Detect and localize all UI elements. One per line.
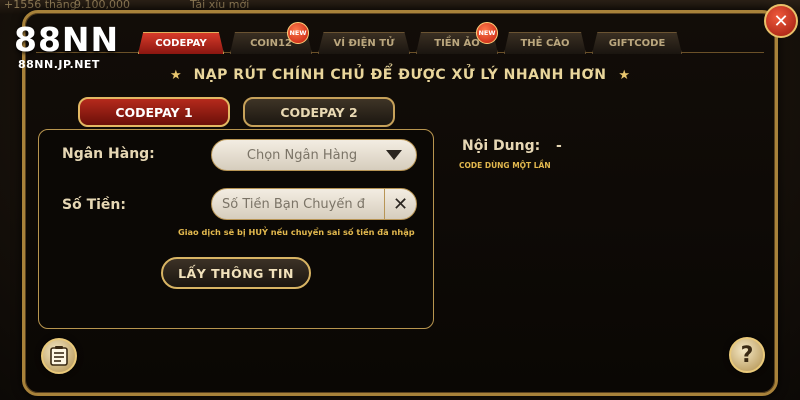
payment-method-tabs: CODEPAY COIN12 VÍ ĐIỆN TỬ TIỀN ẢO THẺ CÀ… <box>138 32 688 54</box>
content-note: CODE DÙNG MỘT LẦN <box>459 161 551 170</box>
subtab-codepay-1[interactable]: CODEPAY 1 <box>78 97 230 127</box>
content-value: - <box>556 138 562 154</box>
star-icon: ★ <box>618 67 630 83</box>
logo-name: 88NN <box>14 20 120 59</box>
star-icon: ★ <box>170 67 182 83</box>
amount-warning: Giao dịch sẽ bị HUỶ nếu chuyển sai số ti… <box>178 227 415 237</box>
bank-select[interactable]: Chọn Ngân Hàng <box>211 139 417 171</box>
notepad-icon <box>50 346 68 366</box>
bank-select-value: Chọn Ngân Hàng <box>246 147 358 163</box>
amount-label: Số Tiền: <box>62 197 126 213</box>
subtab-codepay-2[interactable]: CODEPAY 2 <box>243 97 395 127</box>
bank-label: Ngân Hàng: <box>62 146 155 162</box>
new-badge-coin12: NEW <box>287 22 309 44</box>
amount-field: ✕ <box>211 188 417 220</box>
brand-logo: 88NN 88NN.JP.NET <box>14 20 134 72</box>
tab-card[interactable]: THẺ CÀO <box>504 32 586 54</box>
content-label: Nội Dung: <box>462 138 541 154</box>
tab-codepay[interactable]: CODEPAY <box>138 32 224 54</box>
tab-giftcode[interactable]: GIFTCODE <box>592 32 682 54</box>
get-info-button[interactable]: LẤY THÔNG TIN <box>161 257 311 289</box>
close-button[interactable]: ✕ <box>764 4 798 38</box>
notice-banner: ★ NẠP RÚT CHÍNH CHỦ ĐỂ ĐƯỢC XỬ LÝ NHANH … <box>170 64 630 86</box>
logo-url: 88NN.JP.NET <box>18 58 100 71</box>
history-button[interactable] <box>41 338 77 374</box>
tab-e-wallet[interactable]: VÍ ĐIỆN TỬ <box>318 32 410 54</box>
new-badge-crypto: NEW <box>476 22 498 44</box>
question-icon: ? <box>740 342 754 368</box>
amount-input[interactable] <box>212 189 384 219</box>
clear-amount-button[interactable]: ✕ <box>384 189 416 219</box>
chevron-down-icon <box>386 150 402 160</box>
close-icon: ✕ <box>392 193 409 215</box>
banner-text: NẠP RÚT CHÍNH CHỦ ĐỂ ĐƯỢC XỬ LÝ NHANH HƠ… <box>193 67 607 83</box>
close-icon: ✕ <box>773 10 789 32</box>
help-button[interactable]: ? <box>729 337 765 373</box>
